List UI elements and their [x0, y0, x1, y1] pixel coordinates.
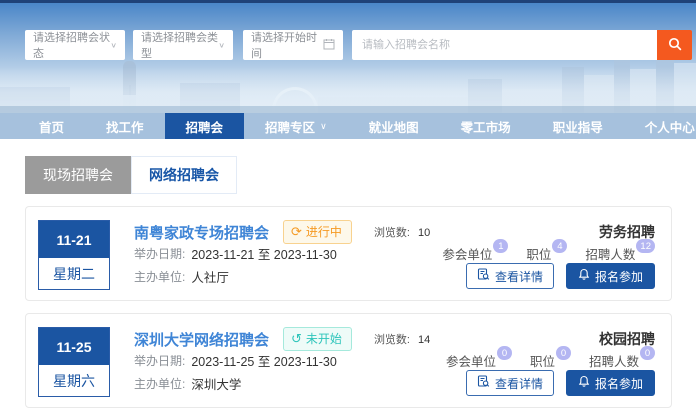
river-water [0, 106, 696, 113]
fair-card: 11-25 星期六 深圳大学网络招聘会 ↺ 未开始 浏览数:14 校园招聘 举办… [25, 313, 672, 408]
nav-item-job-fair[interactable]: 招聘会 [165, 113, 245, 139]
fair-type-placeholder: 请选择招聘会类型 [141, 29, 218, 61]
header-banner: 请选择招聘会状态 ∨ 请选择招聘会类型 ∨ 请选择开始时间 [0, 3, 696, 113]
bell-icon [578, 268, 595, 284]
stat-count-badge: 0 [556, 346, 571, 360]
bell-icon [578, 375, 595, 391]
chevron-down-icon: ∨ [218, 41, 225, 50]
nav-item-home[interactable]: 首页 [18, 113, 85, 139]
organizer-label: 主办单位: [134, 268, 185, 285]
fair-date-block: 11-25 星期六 [38, 327, 110, 397]
clock-restart-icon: ↺ [291, 332, 302, 345]
stat-count-badge: 0 [640, 346, 655, 360]
stat-count-badge: 0 [497, 346, 512, 360]
fair-status-placeholder: 请选择招聘会状态 [33, 29, 110, 61]
stat-count-badge: 4 [552, 239, 567, 253]
stat-positions: 职位 4 [526, 244, 567, 263]
fair-title-link[interactable]: 南粤家政专场招聘会 [134, 222, 269, 243]
nav-item-personal-center[interactable]: 个人中心 [624, 113, 696, 139]
held-date-label: 举办日期: [134, 245, 185, 262]
fair-card: 11-21 星期二 南粤家政专场招聘会 ⟳ 进行中 浏览数:10 劳务招聘 举办… [25, 206, 672, 301]
tab-onsite-fair[interactable]: 现场招聘会 [25, 156, 131, 194]
held-date-label: 举办日期: [134, 352, 185, 369]
main-navigation: 首页 找工作 招聘会 招聘专区 ∨ 就业地图 零工市场 职业指导 个人中心 [0, 113, 696, 139]
status-badge: ↺ 未开始 [283, 327, 352, 351]
signup-button[interactable]: 报名参加 [566, 370, 655, 396]
tab-online-fair[interactable]: 网络招聘会 [131, 156, 237, 194]
view-count: 浏览数:14 [374, 331, 430, 347]
chevron-down-icon: ∨ [110, 41, 117, 50]
organizer-value: 人社厅 [191, 267, 229, 286]
nav-item-find-job[interactable]: 找工作 [85, 113, 165, 139]
nav-item-gig-market[interactable]: 零工市场 [440, 113, 532, 139]
search-button[interactable] [657, 30, 692, 60]
start-date-placeholder: 请选择开始时间 [251, 29, 323, 61]
document-search-icon [477, 375, 495, 391]
fair-status-select[interactable]: 请选择招聘会状态 ∨ [25, 30, 125, 60]
search-bar [352, 30, 692, 60]
fair-weekday: 星期六 [39, 365, 109, 396]
stat-count-badge: 12 [636, 239, 655, 253]
stat-participating-units: 参会单位 0 [446, 351, 512, 370]
fair-date: 11-25 [39, 328, 109, 365]
search-icon [667, 36, 683, 55]
stat-headcount: 招聘人数 12 [585, 244, 655, 263]
fair-search-input[interactable] [352, 30, 657, 60]
document-search-icon [477, 268, 495, 284]
stat-participating-units: 参会单位 1 [442, 244, 508, 263]
stat-positions: 职位 0 [530, 351, 571, 370]
nav-item-employment-map[interactable]: 就业地图 [348, 113, 440, 139]
signup-button[interactable]: 报名参加 [566, 263, 655, 289]
start-date-picker[interactable]: 请选择开始时间 [243, 30, 343, 60]
fair-date: 11-21 [39, 221, 109, 258]
organizer-value: 深圳大学 [191, 374, 241, 393]
stat-count-badge: 1 [493, 239, 508, 253]
view-detail-button[interactable]: 查看详情 [466, 370, 554, 396]
fair-title-link[interactable]: 深圳大学网络招聘会 [134, 329, 269, 350]
fair-mode-tabs: 现场招聘会 网络招聘会 [25, 156, 672, 194]
refresh-icon: ⟳ [291, 225, 302, 238]
held-date-range: 2023-11-25 至 2023-11-30 [191, 351, 336, 370]
fair-type-select[interactable]: 请选择招聘会类型 ∨ [133, 30, 233, 60]
calendar-icon [323, 38, 335, 53]
chevron-down-icon: ∨ [320, 121, 327, 132]
held-date-range: 2023-11-21 至 2023-11-30 [191, 244, 336, 263]
view-detail-button[interactable]: 查看详情 [466, 263, 554, 289]
fair-date-block: 11-21 星期二 [38, 220, 110, 290]
filter-bar: 请选择招聘会状态 ∨ 请选择招聘会类型 ∨ 请选择开始时间 [25, 30, 692, 60]
stat-headcount: 招聘人数 0 [589, 351, 655, 370]
nav-item-special-zone[interactable]: 招聘专区 ∨ [244, 113, 348, 139]
nav-item-career-guidance[interactable]: 职业指导 [532, 113, 624, 139]
status-badge: ⟳ 进行中 [283, 220, 352, 244]
content-area: 现场招聘会 网络招聘会 11-21 星期二 南粤家政专场招聘会 ⟳ 进行中 浏览… [0, 156, 696, 408]
fair-weekday: 星期二 [39, 258, 109, 289]
view-count: 浏览数:10 [374, 224, 430, 240]
organizer-label: 主办单位: [134, 375, 185, 392]
